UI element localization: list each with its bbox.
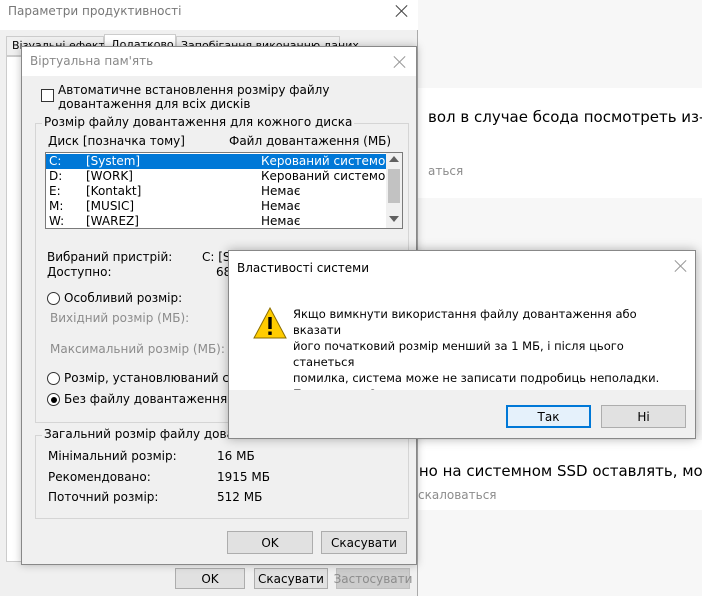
recommended-value: 1915 МБ	[217, 470, 270, 484]
scroll-up-icon[interactable]	[389, 156, 399, 162]
selected-drive-value: C: [S	[202, 250, 231, 264]
vm-ok-button[interactable]: OK	[227, 531, 313, 554]
no-button[interactable]: Ні	[601, 405, 686, 428]
initial-size-label: Вихідний розмір (МБ):	[50, 311, 190, 325]
vm-close-icon[interactable]	[394, 56, 406, 68]
recommended-label: Рекомендовано:	[48, 470, 151, 484]
drive-row-m[interactable]: M: [MUSIC] Немає	[46, 199, 386, 214]
drive-row-d[interactable]: D: [WORK] Керований системою	[46, 169, 395, 184]
drive-list[interactable]: C: [System] Керований системою D: [WORK]…	[45, 152, 403, 229]
custom-size-label: Особливий розмір:	[64, 291, 183, 305]
perf-window-title: Параметри продуктивності	[8, 4, 182, 18]
drive-row-e[interactable]: E: [Kontakt] Немає	[46, 184, 386, 199]
system-managed-radio[interactable]	[47, 372, 60, 385]
col-pagefile-header: Файл довантаження (МБ)	[229, 134, 392, 148]
no-paging-label: Без файлу довантаження	[64, 392, 228, 406]
max-size-label: Максимальний розмір (МБ):	[50, 342, 225, 356]
current-size-value: 512 МБ	[217, 490, 263, 504]
perf-ok-button[interactable]: OK	[175, 568, 245, 589]
available-label: Доступно:	[47, 265, 112, 279]
bg-text-2: ьно на системном SSD оставлять, мож	[410, 462, 702, 480]
col-drive-header: Диск [позначка тому]	[48, 134, 185, 148]
custom-size-radio[interactable]	[47, 292, 60, 305]
auto-manage-checkbox[interactable]	[41, 89, 54, 102]
system-properties-dialog: Властивості системи Якщо вимкнути викори…	[228, 250, 696, 439]
current-size-label: Поточний розмір:	[48, 490, 159, 504]
perf-apply-button: Застосувати	[334, 568, 412, 589]
no-paging-radio[interactable]	[47, 393, 60, 406]
selected-drive-label: Вибраний пристрій:	[47, 250, 173, 264]
sys-dialog-title: Властивості системи	[237, 261, 370, 275]
sys-dialog-message: Якщо вимкнути використання файлу дованта…	[293, 307, 660, 401]
drive-row-w[interactable]: W: [WAREZ] Немає	[46, 214, 386, 228]
drive-list-scrollbar[interactable]	[386, 153, 402, 228]
bg-text-1-sub: аться	[428, 164, 464, 178]
system-managed-label: Розмір, установлюваний сист	[64, 371, 251, 385]
per-drive-group-label: Розмір файлу довантаження для кожного ди…	[42, 115, 355, 129]
bg-text-2-sub: скаловаться	[418, 488, 497, 502]
sys-close-icon[interactable]	[675, 260, 687, 272]
drive-row-c[interactable]: C: [System] Керований системою	[46, 154, 395, 169]
scroll-thumb[interactable]	[388, 169, 400, 203]
perf-cancel-button[interactable]: Скасувати	[254, 568, 328, 589]
warning-icon	[253, 307, 287, 339]
min-size-label: Мінімальний розмір:	[48, 449, 177, 463]
vm-dialog-title: Віртуальна пам'ять	[30, 54, 154, 68]
auto-manage-label: Автоматичне встановлення розміру файлу д…	[58, 83, 330, 111]
min-size-value: 16 МБ	[217, 449, 255, 463]
bg-text-1: вол в случае бсода посмотреть из-за	[428, 108, 702, 126]
scroll-down-icon[interactable]	[389, 216, 399, 222]
vm-cancel-button[interactable]: Скасувати	[321, 531, 407, 554]
perf-close-icon[interactable]	[396, 5, 408, 17]
yes-button[interactable]: Так	[506, 405, 591, 428]
